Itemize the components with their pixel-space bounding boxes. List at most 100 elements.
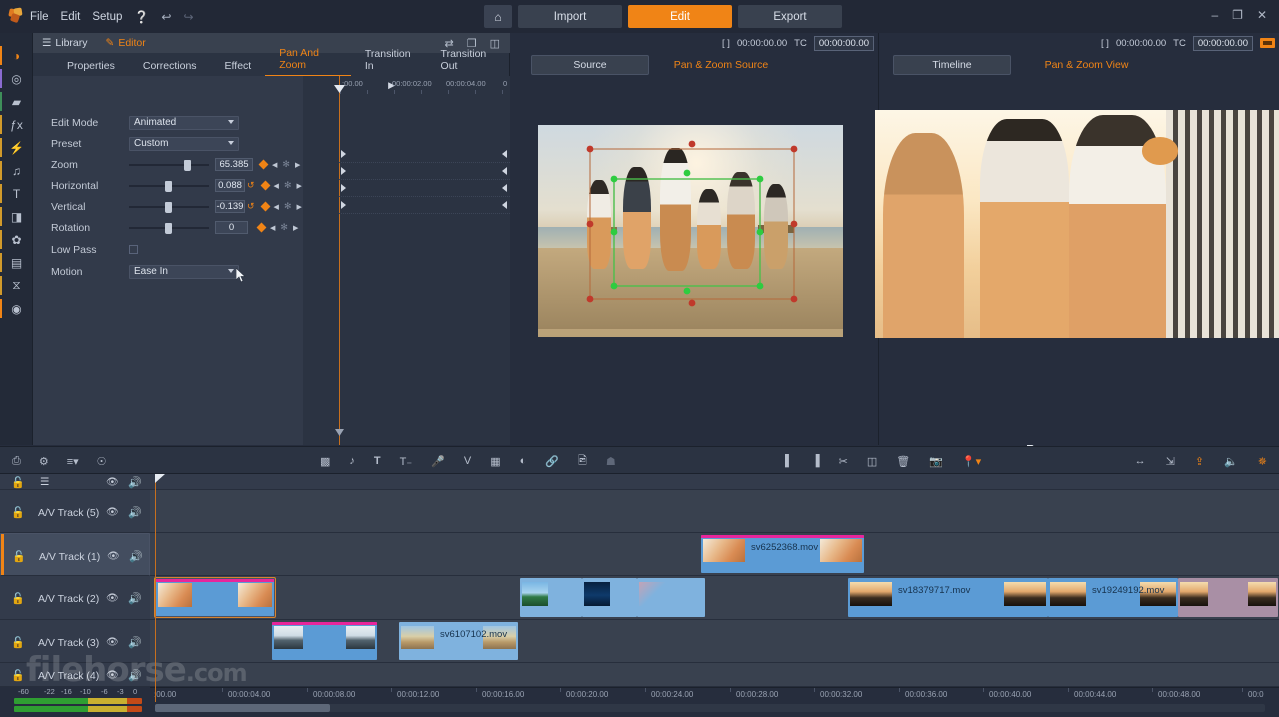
library-tab[interactable]: ☰ Library — [33, 37, 97, 49]
eye-icon[interactable]: 👁 — [107, 551, 120, 562]
track-header-a-v-track-3-[interactable]: 🔓 A/V Track (3) 👁 🔊 — [0, 620, 150, 663]
keyframe-playhead[interactable] — [334, 76, 345, 445]
timeline-clip[interactable]: sv6107102.mov — [399, 622, 518, 660]
magnet-icon[interactable]: ☉ — [97, 455, 107, 468]
nav-edit-button[interactable]: Edit — [628, 5, 732, 28]
speaker-icon[interactable]: 🔊 — [129, 550, 143, 563]
eye-icon[interactable]: 👁 — [106, 670, 119, 681]
eye-icon[interactable]: 👁 — [106, 637, 119, 648]
track-header-a-v-track-4-[interactable]: 🔓 A/V Track (4) 👁 🔊 — [0, 663, 150, 687]
timeline-clip[interactable] — [582, 578, 637, 617]
lightning-icon[interactable]: ⚡ — [0, 137, 33, 158]
mute-icon[interactable]: 🔈 — [1224, 455, 1238, 468]
track-lane[interactable]: sv6252368.mov — [150, 533, 1279, 576]
editor-tab[interactable]: ✎ Editor — [97, 37, 155, 49]
vertical-slider[interactable] — [129, 201, 209, 213]
keyframe-row[interactable] — [339, 180, 510, 197]
keyframe-row[interactable] — [339, 146, 510, 163]
record-icon[interactable]: ◉ — [0, 298, 33, 319]
next-keyframe-icon[interactable]: ▶ — [293, 224, 298, 232]
prev-keyframe-icon[interactable]: ◀ — [274, 182, 279, 190]
keyframe-ruler[interactable]: :00.00 00:00:02.00 00:00:04.00 0 — [339, 76, 510, 98]
tab-timeline[interactable]: Timeline — [893, 55, 1011, 75]
eye-icon[interactable]: 👁 — [106, 477, 119, 488]
magnet-snap-icon[interactable]: ⇪ — [1195, 455, 1204, 468]
waveform-icon[interactable]: ▩ — [320, 455, 330, 468]
zoom-value-input[interactable]: 65.385 — [215, 158, 253, 171]
new-track-icon[interactable]: ⎙ — [12, 455, 21, 468]
keyframe-diamond-icon[interactable] — [258, 159, 269, 170]
eye-icon[interactable]: 👁 — [106, 507, 119, 518]
track-lane[interactable]: sv6107102.mov — [150, 620, 1279, 663]
timeline-playhead[interactable] — [155, 474, 165, 702]
lock-icon[interactable]: 🔓 — [11, 636, 25, 649]
tab-pan-and-zoom[interactable]: Pan And Zoom — [265, 47, 351, 76]
edit-mode-select[interactable]: Animated — [129, 115, 239, 130]
menu-file[interactable]: File — [30, 11, 49, 23]
timeline-hscrollbar[interactable] — [155, 704, 1265, 712]
track-header-a-v-track-5-[interactable]: 🔓 A/V Track (5) 👁 🔊 — [0, 490, 150, 533]
nav-import-button[interactable]: Import — [518, 5, 622, 28]
timeline-clip[interactable] — [154, 577, 276, 618]
keyframe-diamond-icon[interactable] — [256, 222, 267, 233]
restore-button[interactable]: ❐ — [1232, 8, 1243, 22]
tab-transition-out[interactable]: Transition Out — [427, 48, 509, 76]
timeline-clip[interactable] — [272, 622, 377, 660]
rotation-slider[interactable] — [129, 222, 209, 234]
home-icon[interactable]: ⌂ — [484, 5, 512, 28]
track-settings-icon[interactable]: ⚙ — [39, 455, 49, 468]
title-t-icon[interactable]: T — [374, 455, 381, 467]
trim-in-icon[interactable]: ▌ — [785, 455, 793, 467]
track-lane[interactable]: sv18379717.mov sv19249192.mov — [150, 576, 1279, 620]
lock-icon[interactable]: 🔓 — [11, 669, 25, 682]
timeline-tc-input[interactable]: 00:00:00.00 — [1192, 35, 1253, 51]
source-preview-stage[interactable] — [538, 125, 843, 337]
snapshot-icon[interactable]: 📷 — [929, 455, 943, 468]
menu-edit[interactable]: Edit — [61, 11, 81, 23]
timeline-clip[interactable]: sv19249192.mov — [1048, 578, 1178, 617]
color-wheel-icon[interactable]: ◐ — [520, 455, 527, 467]
menu-setup[interactable]: Setup — [92, 11, 122, 23]
timeline-ruler[interactable]: :00.00 00:00:04.00 00:00:08.00 00:00:12.00 0… — [0, 687, 1279, 702]
transition-icon[interactable]: ◨ — [0, 206, 33, 227]
timeline-preview-stage[interactable] — [875, 110, 1279, 338]
preset-select[interactable]: Custom — [129, 136, 239, 151]
keyframe-row[interactable] — [339, 163, 510, 180]
tab-corrections[interactable]: Corrections — [129, 60, 211, 76]
disc-icon[interactable]: ◎ — [0, 68, 33, 89]
keyframe-row[interactable] — [339, 197, 510, 214]
trim-out-icon[interactable]: ▐ — [812, 455, 820, 467]
reset-icon[interactable]: ↺ — [247, 180, 255, 191]
tab-transition-in[interactable]: Transition In — [351, 48, 427, 76]
minimize-button[interactable]: – — [1211, 8, 1218, 22]
list-icon[interactable]: ☰ — [40, 476, 49, 488]
nav-export-button[interactable]: Export — [738, 5, 842, 28]
flatten-icon[interactable]: ✻ — [284, 201, 292, 212]
voiceover-icon[interactable]: 🎤 — [431, 455, 445, 468]
flatten-icon[interactable]: ✻ — [280, 222, 288, 233]
lock-icon[interactable]: 🔓 — [11, 476, 25, 489]
speaker-icon[interactable]: 🔊 — [128, 506, 142, 519]
tools-icon[interactable]: ✵ — [1258, 455, 1267, 468]
fx-icon[interactable]: ƒx — [0, 114, 33, 135]
keyframe-diamond-icon[interactable] — [260, 180, 270, 191]
link-icon[interactable]: 🔗 — [545, 455, 559, 468]
delete-icon[interactable]: 🗑 — [896, 455, 910, 468]
timeline-clip[interactable] — [637, 578, 705, 617]
multicam-icon[interactable]: ▦ — [490, 455, 500, 468]
keyframe-diamond-icon[interactable] — [260, 201, 270, 212]
low-pass-checkbox[interactable] — [129, 245, 138, 254]
fit-icon[interactable]: ↔ — [1135, 455, 1146, 467]
audio-wave-icon[interactable]: ⧖ — [0, 275, 33, 296]
next-keyframe-icon[interactable]: ▶ — [295, 161, 300, 169]
timeline-clip[interactable] — [1178, 578, 1278, 617]
timeline-clip[interactable]: sv18379717.mov — [848, 578, 1048, 617]
tab-properties[interactable]: Properties — [53, 60, 129, 76]
horizontal-slider[interactable] — [129, 180, 209, 192]
prev-keyframe-icon[interactable]: ◀ — [270, 224, 275, 232]
motion-select[interactable]: Ease In — [129, 264, 239, 279]
tab-source[interactable]: Source — [531, 55, 649, 75]
track-header-a-v-track-1-[interactable]: 🔓 A/V Track (1) 👁 🔊 — [0, 533, 150, 576]
ripple-icon[interactable]: ⇲ — [1166, 455, 1175, 468]
tab-effect[interactable]: Effect — [211, 60, 266, 76]
